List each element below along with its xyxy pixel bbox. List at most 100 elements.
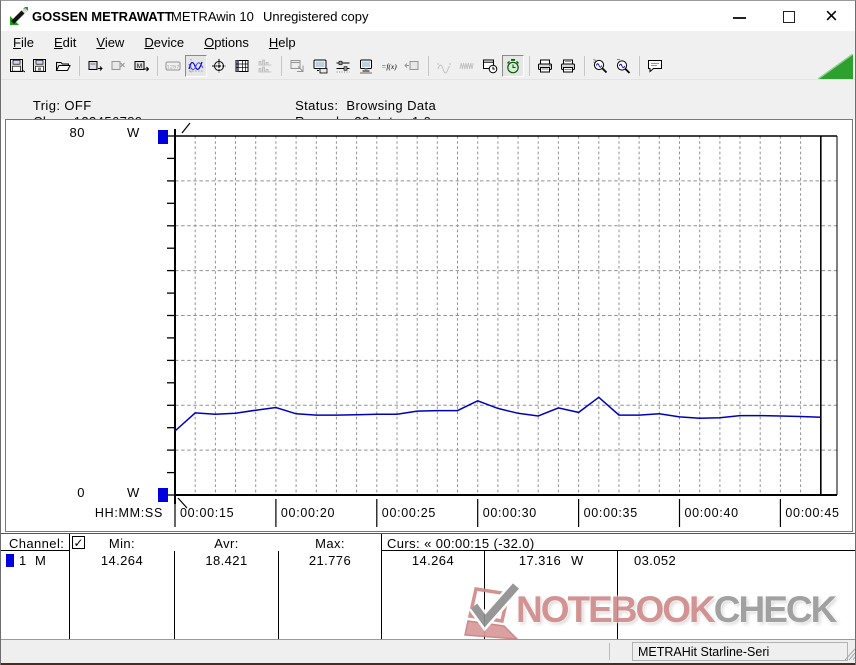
min-value: 14.264 (70, 553, 174, 568)
menu-bar: File Edit View Device Options Help (1, 31, 856, 53)
acquisition-info-panel: Trig: OFF Chan: 123456789 Status: Browsi… (1, 80, 856, 119)
bars-icon (257, 58, 273, 74)
y-axis-max-label: 80 (53, 125, 85, 140)
app-name: GOSSEN METRAWATT (32, 9, 173, 24)
cursor-unit: W (571, 553, 584, 568)
toolbar-green-triangle-icon (818, 54, 853, 79)
channel-config-button[interactable] (332, 55, 354, 77)
zoom-horizontal-button[interactable] (589, 55, 611, 77)
max-column-header: Max: (279, 536, 381, 551)
app-version: METRAwin 10 (171, 9, 254, 24)
print-button[interactable] (534, 55, 556, 77)
device-send-button[interactable] (84, 55, 106, 77)
menu-item-help[interactable]: Help (265, 34, 300, 51)
maximize-icon[interactable] (783, 11, 795, 23)
status-bar: METRAHit Starline-Seri (1, 639, 856, 663)
channel-number: 1 (19, 553, 27, 568)
minimize-icon[interactable] (733, 17, 746, 19)
folder-icon (55, 58, 71, 74)
menu-item-view[interactable]: View (92, 34, 128, 51)
time-label: 00:00:20 (281, 506, 335, 520)
chart-panel[interactable] (5, 119, 853, 532)
floppy2-icon (32, 58, 48, 74)
device-read-button (401, 55, 423, 77)
save-as-button[interactable] (29, 55, 51, 77)
zoomwave-icon (592, 58, 608, 74)
printer-icon (537, 58, 553, 74)
live-watch-button[interactable] (502, 55, 524, 77)
title-bar: GOSSEN METRAWATT METRAwin 10 Unregistere… (1, 1, 856, 31)
gridtable-icon (234, 58, 250, 74)
pcdisk-icon (312, 58, 328, 74)
formula-button[interactable]: =f(x) (378, 55, 400, 77)
boxleft-icon (404, 58, 420, 74)
window-arrange-button (286, 55, 308, 77)
measurement-table: Channel: ✓ Min: Avr: Max: Curs: « 00:00:… (1, 533, 856, 639)
timer-button[interactable] (479, 55, 501, 77)
x-axis-format-label: HH:MM:SS (79, 506, 163, 520)
app-logo-icon (9, 6, 29, 26)
time-label: 00:00:35 (584, 506, 638, 520)
menu-item-device[interactable]: Device (140, 34, 188, 51)
trigger-single-button (433, 55, 455, 77)
time-label: 00:00:40 (685, 506, 739, 520)
max-value: 21.776 (279, 553, 381, 568)
table-display-button[interactable] (231, 55, 253, 77)
fx-icon: =f(x) (381, 58, 397, 74)
clockwin-icon (482, 58, 498, 74)
monitor-icon (358, 58, 374, 74)
menu-item-options[interactable]: Options (200, 34, 253, 51)
svg-text:=f(x): =f(x) (381, 62, 397, 71)
cursor-column-header: Curs: « 00:00:15 (-32.0) (387, 536, 535, 551)
box-m-icon: M (133, 58, 149, 74)
wave2-icon (459, 58, 475, 74)
svg-text:M: M (137, 63, 142, 70)
toolbar-separator (529, 56, 530, 76)
save-button[interactable] (6, 55, 28, 77)
winarrow-icon (289, 58, 305, 74)
cursor-left-value: 14.264 (382, 553, 484, 568)
toolbar: M 1257 =f(x) (1, 53, 856, 80)
device-memory-button[interactable]: M (130, 55, 152, 77)
cursor-diff-value: 03.052 (634, 553, 676, 568)
channel-mode: M (35, 553, 46, 568)
divider (609, 643, 610, 660)
notes-button[interactable] (644, 55, 666, 77)
toolbar-separator (584, 56, 585, 76)
avr-column-header: Avr: (175, 536, 278, 551)
time-label: 00:00:30 (483, 506, 537, 520)
crosshair-icon (211, 58, 227, 74)
menu-item-edit[interactable]: Edit (50, 34, 80, 51)
device-status-panel: METRAHit Starline-Seri (632, 642, 848, 661)
pc-record-button[interactable] (309, 55, 331, 77)
svg-text:1257: 1257 (166, 64, 179, 71)
menu-item-file[interactable]: File (9, 34, 38, 51)
y-axis-unit-top: W (127, 125, 140, 140)
device-name: METRAHit Starline-Seri (638, 645, 769, 659)
cursor-display-button[interactable] (208, 55, 230, 77)
wave1-icon (436, 58, 452, 74)
power-chart[interactable] (6, 120, 852, 531)
time-label: 00:00:45 (785, 506, 839, 520)
close-icon[interactable]: × (825, 3, 838, 29)
zoomwave2-icon (615, 58, 631, 74)
printer2-icon (560, 58, 576, 74)
min-column-header: Min: (70, 536, 174, 551)
time-label: 00:00:25 (382, 506, 436, 520)
trigger-continuous-button (456, 55, 478, 77)
zoom-vertical-button[interactable] (612, 55, 634, 77)
box-x-icon (110, 58, 126, 74)
toolbar-separator (157, 56, 158, 76)
bubble-icon (647, 58, 663, 74)
curve-display-button[interactable] (185, 55, 207, 77)
open-button[interactable] (52, 55, 74, 77)
channel-column-header: Channel: (9, 536, 64, 551)
monitor-button[interactable] (355, 55, 377, 77)
toolbar-separator (428, 56, 429, 76)
seg7-icon: 1257 (165, 58, 181, 74)
print-preview-button[interactable] (557, 55, 579, 77)
toolbar-separator (639, 56, 640, 76)
time-label: 00:00:15 (180, 506, 234, 520)
box-out-icon (87, 58, 103, 74)
y-axis-unit-bottom: W (127, 485, 140, 500)
